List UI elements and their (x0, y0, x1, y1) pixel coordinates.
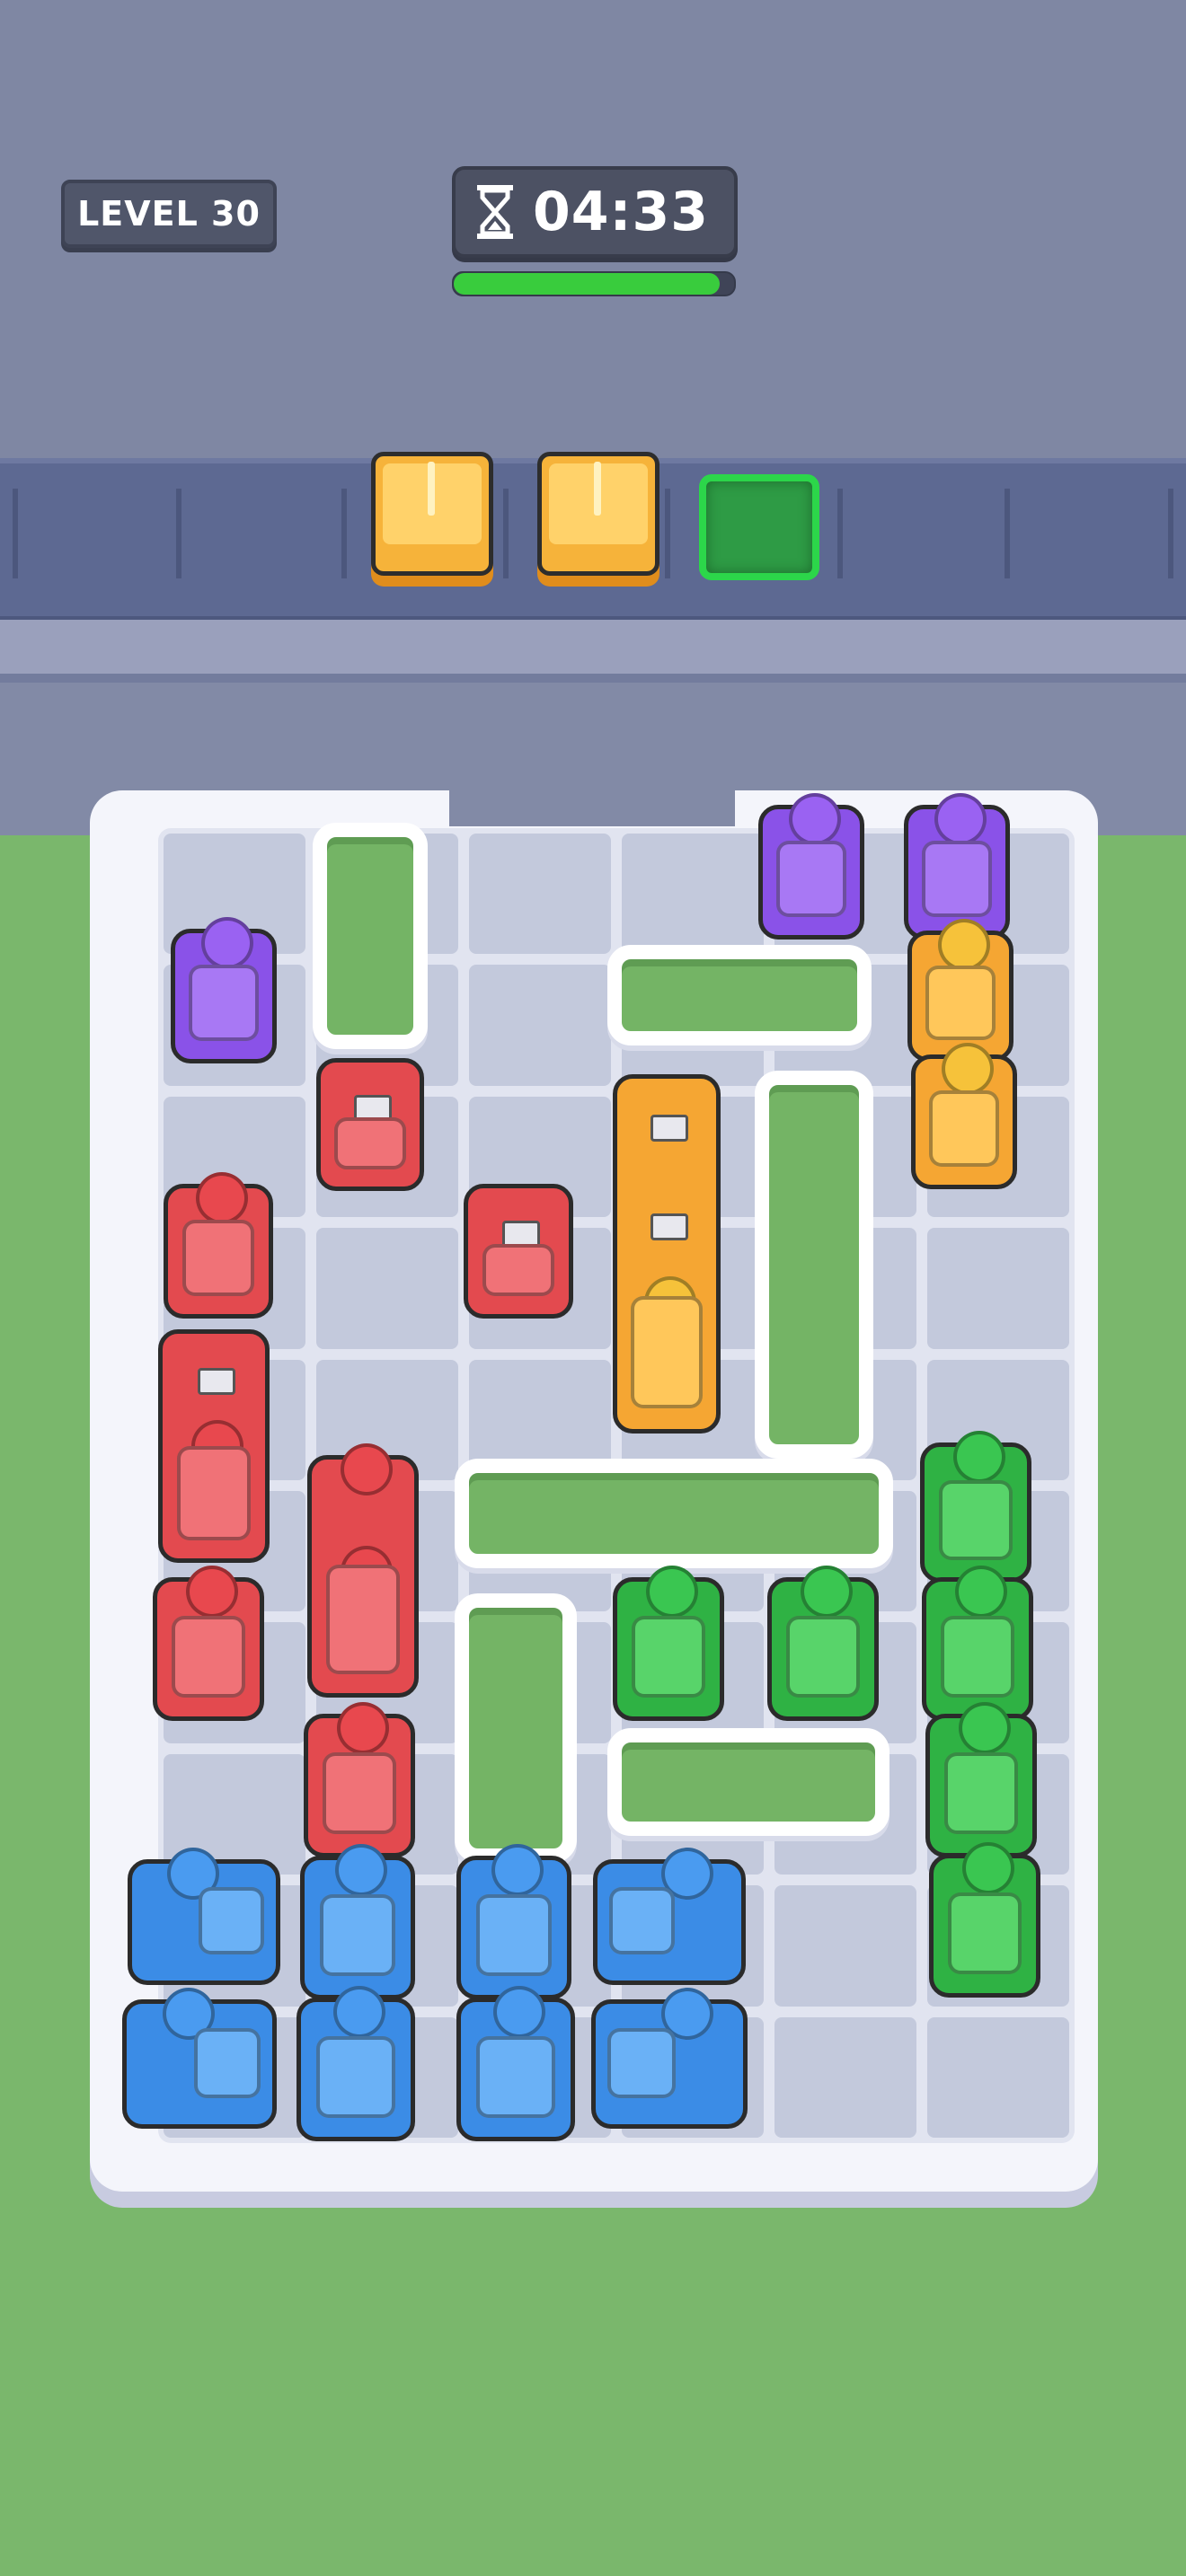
car-orange-bus[interactable] (613, 1074, 721, 1434)
car-green[interactable] (767, 1566, 879, 1721)
car-blue[interactable] (296, 1986, 415, 2141)
grid-cell (927, 2016, 1069, 2138)
obstacle-hole-1 (313, 823, 428, 1049)
car-blue-truck[interactable] (593, 1848, 746, 1985)
car-blue[interactable] (456, 1986, 575, 2141)
level-badge: LEVEL 30 (61, 180, 277, 248)
level-label: LEVEL 30 (77, 194, 261, 234)
obstacle-hole-2 (607, 945, 872, 1045)
queue-slot-2-box (537, 452, 659, 576)
car-purple[interactable] (171, 917, 277, 1063)
car-orange[interactable] (907, 919, 1013, 1062)
queue-slot-3-empty (699, 474, 819, 580)
grid-cell (622, 834, 764, 955)
conveyor-rail (0, 620, 1186, 683)
grid-cell (774, 2016, 916, 2138)
grid-cell (469, 834, 611, 955)
car-red-truck[interactable] (464, 1184, 573, 1319)
car-green[interactable] (922, 1566, 1033, 1721)
car-blue-truck[interactable] (128, 1848, 280, 1985)
car-green[interactable] (925, 1702, 1037, 1857)
timer-box: 04:33 (452, 166, 738, 258)
car-red[interactable] (164, 1172, 273, 1319)
car-red[interactable] (153, 1566, 264, 1721)
obstacle-hole-5 (455, 1593, 577, 1863)
car-red-long[interactable] (307, 1443, 419, 1698)
car-red-truck[interactable] (316, 1058, 424, 1191)
timer-progress-bar (452, 271, 736, 296)
queue-slot-1-box (371, 452, 493, 576)
obstacle-hole-6 (607, 1728, 890, 1836)
grid-cell (927, 1228, 1069, 1349)
car-purple[interactable] (758, 793, 864, 940)
car-blue-truck[interactable] (591, 1988, 748, 2129)
hourglass-icon (468, 181, 522, 243)
car-green[interactable] (929, 1842, 1040, 1998)
car-green[interactable] (920, 1431, 1031, 1583)
car-blue[interactable] (456, 1844, 571, 1999)
timer-progress-fill (454, 273, 721, 295)
car-red-long[interactable] (158, 1329, 270, 1563)
grid-cell (469, 965, 611, 1086)
car-blue[interactable] (300, 1844, 415, 1999)
obstacle-hole-3 (755, 1071, 873, 1459)
car-green[interactable] (613, 1566, 724, 1721)
timer-text: 04:33 (533, 181, 709, 243)
grid-cell (774, 1885, 916, 2007)
grid-cell (316, 1228, 458, 1349)
car-orange[interactable] (911, 1043, 1017, 1189)
car-blue-truck[interactable] (122, 1988, 277, 2129)
car-red[interactable] (304, 1702, 415, 1857)
obstacle-hole-4 (455, 1459, 893, 1568)
board-exit-gap (449, 781, 735, 826)
